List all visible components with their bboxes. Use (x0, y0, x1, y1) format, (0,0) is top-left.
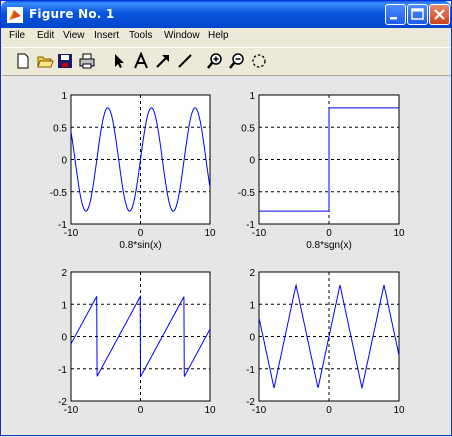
tool-bar (2, 47, 451, 76)
menu-edit[interactable]: Edit (37, 30, 54, 41)
y-tick-label: 2 (249, 268, 255, 279)
save-icon[interactable] (56, 52, 74, 70)
figure-plots: 10.50-0.5-1-10 0 100.8*sin(x)10.50-0.5-1-1… (50, 91, 405, 416)
y-tick-label: 0 (249, 156, 255, 167)
x-axis-label: 0.8*sgn(x) (306, 240, 352, 251)
zoom-in-icon[interactable] (206, 52, 224, 70)
menu-view[interactable]: View (63, 30, 85, 41)
menu-tools[interactable]: Tools (129, 30, 152, 41)
figure-canvas: 1 0.5 0 -0.5 -1 -10 0 10 0.8*sin(x) 1 0.5 0 -0.5 -1 -1… (4, 76, 449, 433)
arrow-line-icon[interactable] (154, 52, 172, 70)
y-tick-label: -0.5 (238, 188, 256, 199)
close-icon (434, 9, 445, 20)
x-tick-label: -10 (252, 228, 267, 239)
y-tick-label: -1 (58, 365, 67, 376)
y-tick-label: 0 (61, 156, 67, 167)
y-tick-label: 1 (249, 300, 255, 311)
rotate-icon[interactable] (250, 52, 268, 70)
menu-help[interactable]: Help (208, 30, 229, 41)
x-axis-label: 0.8*sin(x) (119, 240, 161, 251)
line-icon[interactable] (176, 52, 194, 70)
y-tick-label: 0 (61, 333, 67, 344)
menu-bar: File Edit View Insert Tools Window Help (2, 28, 451, 46)
minimize-icon (390, 17, 397, 20)
x-tick-label: 10 (204, 405, 216, 416)
x-tick-label: 10 (393, 228, 405, 239)
new-figure-icon[interactable] (14, 52, 32, 70)
arrow-icon[interactable] (110, 52, 128, 70)
print-icon[interactable] (78, 52, 96, 70)
matlab-icon (7, 7, 23, 23)
y-tick-label: 1 (61, 91, 67, 102)
x-tick-label: 0 (326, 228, 332, 239)
zoom-out-icon[interactable] (228, 52, 246, 70)
figure-window: Figure No. 1 File Edit View Insert Tools… (0, 0, 452, 436)
y-tick-label: 1 (249, 91, 255, 102)
x-tick-label: -10 (252, 405, 267, 416)
title-bar[interactable]: Figure No. 1 (1, 1, 451, 28)
menu-window[interactable]: Window (164, 30, 200, 41)
x-tick-label: 10 (393, 405, 405, 416)
x-tick-label: -10 (64, 228, 79, 239)
window-title: Figure No. 1 (29, 7, 115, 21)
x-tick-label: 0 (138, 405, 144, 416)
y-tick-label: -1 (246, 365, 255, 376)
y-tick-label: -0.5 (50, 188, 68, 199)
y-tick-label: 0.5 (241, 123, 255, 134)
maximize-icon (411, 8, 424, 20)
text-icon[interactable] (132, 52, 150, 70)
menu-insert[interactable]: Insert (94, 30, 119, 41)
x-tick-label: 0 (138, 228, 144, 239)
y-tick-label: 1 (61, 300, 67, 311)
y-tick-label: 2 (61, 268, 67, 279)
y-tick-label: 0 (249, 333, 255, 344)
menu-file[interactable]: File (9, 30, 25, 41)
close-button[interactable] (429, 4, 450, 25)
x-tick-label: 10 (204, 228, 216, 239)
maximize-button[interactable] (407, 4, 428, 25)
open-icon[interactable] (36, 52, 54, 70)
y-tick-label: 0.5 (53, 123, 67, 134)
x-tick-label: 0 (326, 405, 332, 416)
minimize-button[interactable] (385, 4, 406, 25)
x-tick-label: -10 (64, 405, 79, 416)
